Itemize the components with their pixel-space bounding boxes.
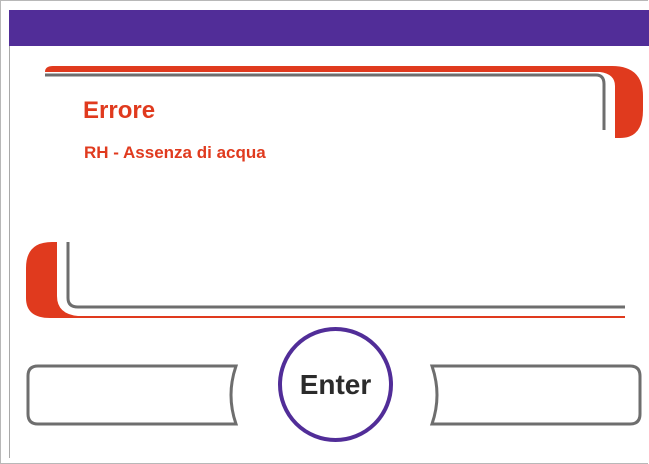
enter-button[interactable]: Enter	[278, 327, 393, 442]
error-title: Errore	[83, 97, 156, 124]
error-message: RH - Assenza di acqua	[84, 143, 266, 162]
enter-button-label: Enter	[299, 368, 372, 400]
right-soft-button[interactable]	[428, 364, 642, 426]
bottom-gray-line	[66, 242, 625, 309]
left-soft-button[interactable]	[26, 364, 238, 426]
